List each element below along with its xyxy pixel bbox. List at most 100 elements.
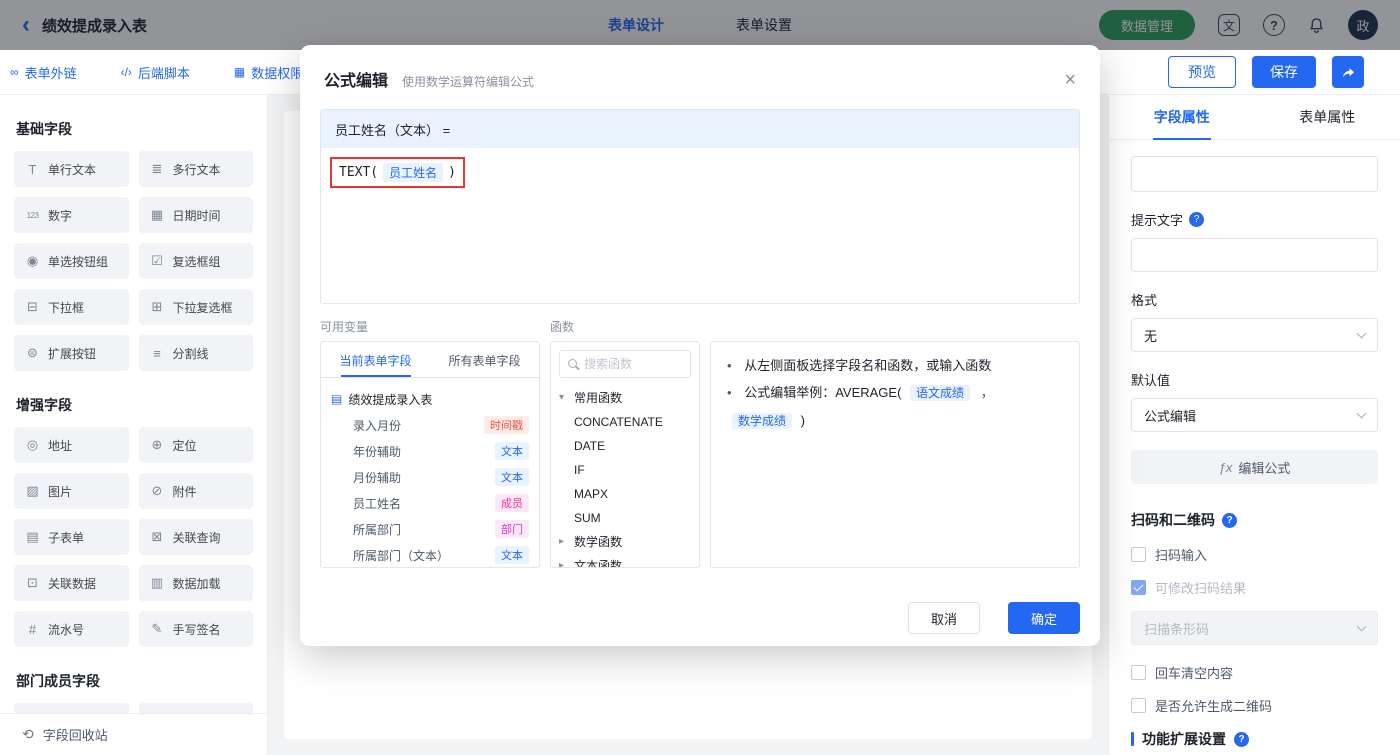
help-panel: • 从左侧面板选择字段名和函数，或输入函数 • 公式编辑举例：AVERAGE( … (710, 341, 1080, 568)
bullet-icon: • (727, 358, 732, 373)
field-chip[interactable]: 员工姓名 (383, 163, 443, 182)
confirm-button[interactable]: 确定 (1008, 602, 1080, 634)
variable-entry-month[interactable]: 录入月份时间戳 (331, 412, 529, 438)
field-divider[interactable]: ≡分割线 (139, 335, 254, 371)
edit-formula-button[interactable]: ƒx 编辑公式 (1131, 450, 1378, 484)
chevron-right-icon: ▸ (559, 560, 569, 567)
variables-tree-root[interactable]: ▤ 绩效提成录入表 (331, 386, 529, 412)
func-group-text[interactable]: ▸文本函数 (559, 554, 691, 567)
unlabeled-input[interactable] (1131, 156, 1378, 192)
field-signature[interactable]: ✎手写签名 (139, 611, 254, 647)
variable-employee-name[interactable]: 员工姓名成员 (331, 490, 529, 516)
divider-icon: ≡ (149, 346, 166, 361)
func-group-math[interactable]: ▸数学函数 (559, 530, 691, 554)
field-attachment[interactable]: ⊘附件 (139, 473, 254, 509)
example-field-chip: 数学成绩 (732, 413, 792, 429)
checkbox-box-checked[interactable] (1131, 580, 1146, 595)
func-mapx[interactable]: MAPX (559, 482, 691, 506)
checkbox-box[interactable] (1131, 665, 1146, 680)
close-icon[interactable]: × (1064, 70, 1076, 90)
field-dropdown-multi[interactable]: ⊞下拉复选框 (139, 289, 254, 325)
type-tag: 成员 (495, 494, 529, 512)
function-token: TEXT( (339, 165, 378, 180)
dropdown-multi-icon: ⊞ (149, 299, 166, 315)
cancel-button[interactable]: 取消 (908, 602, 980, 634)
checkbox-scan-input[interactable]: 扫码输入 (1131, 545, 1378, 564)
format-select[interactable]: 无 (1131, 318, 1378, 352)
checkbox-allow-qrcode[interactable]: 是否允许生成二维码 (1131, 696, 1378, 715)
chevron-right-icon: ▸ (559, 536, 569, 547)
tab-all-form-fields[interactable]: 所有表单字段 (430, 342, 539, 377)
func-date[interactable]: DATE (559, 434, 691, 458)
variable-department-text[interactable]: 所属部门（文本）文本 (331, 542, 529, 567)
section-accent-bar (1131, 732, 1134, 746)
field-related-data[interactable]: ⊡关联数据 (14, 565, 129, 601)
modal-backdrop (0, 0, 1400, 50)
share-button[interactable] (1332, 56, 1364, 88)
preview-button[interactable]: 预览 (1168, 56, 1236, 88)
field-multi-line-text[interactable]: ≣多行文本 (139, 151, 254, 187)
field-location[interactable]: ⊕定位 (139, 427, 254, 463)
checkbox-box[interactable] (1131, 698, 1146, 713)
default-value-select[interactable]: 公式编辑 (1131, 398, 1378, 432)
search-icon (568, 359, 577, 368)
search-input[interactable] (584, 357, 676, 371)
field-serial-number[interactable]: #流水号 (14, 611, 129, 647)
data-permission-button[interactable]: ▦ 数据权限 (234, 63, 303, 82)
function-search-box[interactable] (559, 350, 691, 378)
extension-help-icon[interactable]: ? (1234, 732, 1249, 747)
field-palette-sidebar: 基础字段 T单行文本 ≣多行文本 123数字 ▦日期时间 ◉单选按钮组 ☑复选框… (0, 95, 268, 755)
checkbox-box[interactable] (1131, 547, 1146, 562)
bullet-icon: • (727, 385, 732, 400)
func-if[interactable]: IF (559, 458, 691, 482)
scan-help-icon[interactable]: ? (1222, 513, 1237, 528)
formula-edit-dialog: 公式编辑 使用数学运算符编辑公式 × 员工姓名（文本） = TEXT( 员工姓名… (300, 45, 1100, 646)
hint-text-label: 提示文字 (1131, 210, 1183, 229)
tab-field-properties[interactable]: 字段属性 (1109, 95, 1255, 139)
save-button[interactable]: 保存 (1252, 56, 1316, 88)
func-concatenate[interactable]: CONCATENATE (559, 410, 691, 434)
close-paren-token: ) (448, 165, 456, 180)
field-data-load[interactable]: ▥数据加载 (139, 565, 254, 601)
type-tag: 时间戳 (484, 416, 529, 434)
func-sum[interactable]: SUM (559, 506, 691, 530)
barcode-select[interactable]: 扫描条形码 (1131, 611, 1378, 645)
field-single-line-text[interactable]: T单行文本 (14, 151, 129, 187)
field-dropdown[interactable]: ⊟下拉框 (14, 289, 129, 325)
backend-script-button[interactable]: ‹/› 后端脚本 (121, 63, 190, 82)
hint-help-icon[interactable]: ? (1189, 212, 1204, 227)
section-title-enhanced-fields: 增强字段 (16, 395, 251, 415)
field-extend-button[interactable]: ⊜扩展按钮 (14, 335, 129, 371)
location-icon: ⊕ (149, 437, 166, 453)
backend-script-label: 后端脚本 (138, 63, 190, 82)
func-group-common[interactable]: ▾常用函数 (559, 386, 691, 410)
tab-form-properties[interactable]: 表单属性 (1255, 95, 1400, 139)
field-number[interactable]: 123数字 (14, 197, 129, 233)
field-datetime[interactable]: ▦日期时间 (139, 197, 254, 233)
formula-highlight-box: TEXT( 员工姓名 ) (330, 157, 465, 188)
field-related-query[interactable]: ⊠关联查询 (139, 519, 254, 555)
field-recycle-bin[interactable]: ⟲ 字段回收站 (0, 713, 267, 755)
tab-current-form-fields[interactable]: 当前表单字段 (321, 342, 430, 377)
dropdown-icon: ⊟ (24, 299, 41, 315)
default-value-label: 默认值 (1131, 370, 1170, 389)
share-icon (1341, 65, 1356, 80)
address-icon: ◎ (24, 437, 41, 453)
variable-department[interactable]: 所属部门部门 (331, 516, 529, 542)
checkbox-modify-scan-result[interactable]: 可修改扫码结果 (1131, 578, 1378, 597)
checkbox-enter-clear[interactable]: 回车清空内容 (1131, 663, 1378, 682)
field-image[interactable]: ▨图片 (14, 473, 129, 509)
field-radio-group[interactable]: ◉单选按钮组 (14, 243, 129, 279)
variable-month-helper[interactable]: 月份辅助文本 (331, 464, 529, 490)
serial-number-icon: # (24, 622, 41, 637)
dialog-subtitle: 使用数学运算符编辑公式 (402, 73, 534, 90)
variable-year-helper[interactable]: 年份辅助文本 (331, 438, 529, 464)
formula-editor[interactable]: TEXT( 员工姓名 ) (321, 148, 1079, 303)
hint-text-input[interactable] (1131, 238, 1378, 272)
field-subform[interactable]: ▤子表单 (14, 519, 129, 555)
form-external-link-button[interactable]: ∞ 表单外链 (10, 63, 77, 82)
field-checkbox-group[interactable]: ☑复选框组 (139, 243, 254, 279)
type-tag: 文本 (495, 442, 529, 460)
field-address[interactable]: ◎地址 (14, 427, 129, 463)
image-icon: ▨ (24, 483, 41, 499)
